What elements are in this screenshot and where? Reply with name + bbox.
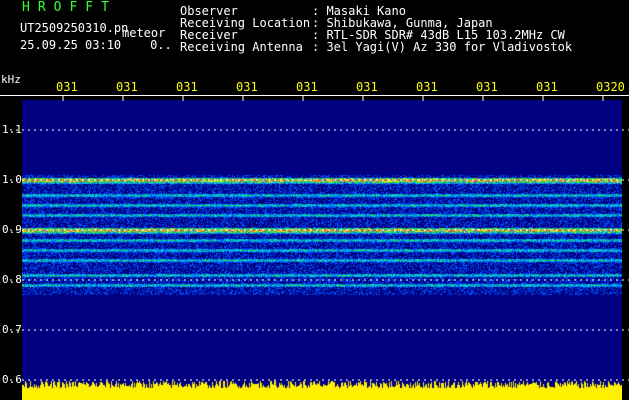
x-tick-label: 031 [56, 80, 78, 94]
info-antenna: Receiving Antenna : 3el Yagi(V) Az 330 fo… [180, 41, 572, 53]
x-tick-label: 031 [236, 80, 258, 94]
x-tick-label: 0320 [596, 80, 625, 94]
y-tick-label: 1.1 [2, 123, 22, 136]
y-tick-label: 0.8 [2, 273, 22, 286]
x-tick-label: 031 [476, 80, 498, 94]
y-tick-label: 0.6 [2, 373, 22, 386]
spectrogram [22, 100, 622, 400]
x-tick-label: 031 [356, 80, 378, 94]
y-tick-label: 0.7 [2, 323, 22, 336]
x-tick-label: 031 [176, 80, 198, 94]
x-tick-label: 031 [536, 80, 558, 94]
top-border [0, 95, 629, 96]
x-tick-label: 031 [296, 80, 318, 94]
info-key: Receiving Antenna [180, 40, 303, 54]
x-tick-label: 031 [116, 80, 138, 94]
file-name: UT2509250310.pn [20, 21, 129, 35]
station-info: Observer: Masaki Kano Receiving Location… [180, 5, 572, 53]
y-tick-label: 1.0 [2, 173, 22, 186]
datetime: 25.09.25 03:10 [20, 38, 122, 52]
meteor-count: 0.. [150, 38, 172, 52]
datetime-count: 25.09.25 03:10 0.. [20, 39, 172, 52]
y-tick-label: 0.9 [2, 223, 22, 236]
x-tick-label: 031 [416, 80, 438, 94]
app-title: HROFFT [22, 0, 117, 15]
info-value: : 3el Yagi(V) Az 330 for Vladivostok [312, 40, 573, 54]
y-axis-label: kHz [1, 73, 21, 86]
